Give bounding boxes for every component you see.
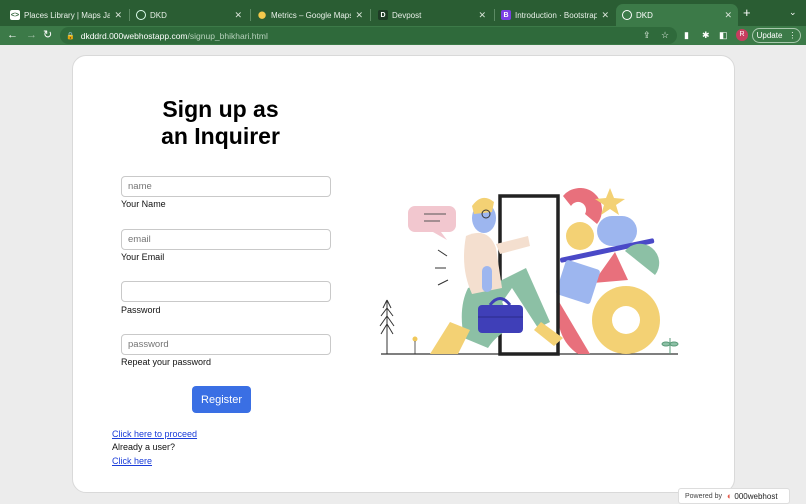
powered-by-text: Powered by bbox=[685, 492, 722, 500]
webhost-logo-icon: ◐ bbox=[726, 491, 733, 501]
address-bar[interactable]: 🔒 dkddrd.000webhostapp.com/signup_bhikha… bbox=[60, 27, 677, 44]
extension-icon[interactable]: ▮ bbox=[684, 26, 689, 45]
tab-dkd-1[interactable]: DKD ✕ bbox=[130, 4, 248, 26]
avatar[interactable]: R bbox=[736, 29, 748, 41]
url-domain: dkddrd.000webhostapp.com bbox=[80, 30, 188, 41]
close-icon[interactable]: ✕ bbox=[234, 10, 242, 21]
tab-places-library[interactable]: <> Places Library | Maps JavaS ✕ bbox=[4, 4, 128, 26]
forward-icon[interactable]: → bbox=[26, 26, 37, 45]
tab-title: Devpost bbox=[392, 10, 422, 20]
close-icon[interactable]: ✕ bbox=[724, 10, 732, 21]
tab-title: Introduction · Bootstrap bbox=[515, 10, 598, 20]
email-field[interactable] bbox=[121, 229, 331, 250]
sidepanel-icon[interactable]: ◧ bbox=[719, 26, 728, 45]
proceed-link[interactable]: Click here to proceed bbox=[112, 429, 197, 439]
devpost-icon: D bbox=[378, 10, 388, 20]
puzzle-icon[interactable]: ✱ bbox=[702, 26, 710, 45]
url-path: /signup_bhikhari.html bbox=[187, 30, 268, 41]
chevron-down-icon[interactable]: ⌄ bbox=[789, 7, 797, 18]
more-icon: ⋮ bbox=[788, 31, 797, 40]
tab-title: DKD bbox=[636, 10, 653, 20]
brand-name: 000webhost bbox=[734, 491, 778, 501]
already-user-text: Already a user? bbox=[112, 442, 176, 452]
repeat-password-field[interactable] bbox=[121, 334, 331, 355]
reload-icon[interactable]: ↻ bbox=[43, 26, 52, 45]
repeat-password-label: Repeat your password bbox=[121, 357, 212, 367]
tab-title: Metrics – Google Maps Plat bbox=[271, 10, 352, 20]
close-icon[interactable]: ✕ bbox=[355, 10, 363, 21]
lock-icon: 🔒 bbox=[66, 32, 75, 40]
tab-bootstrap[interactable]: B Introduction · Bootstrap ✕ bbox=[495, 4, 615, 26]
browser-toolbar: ← → ↻ 🔒 dkddrd.000webhostapp.com/signup_… bbox=[0, 26, 806, 45]
maps-icon: <> bbox=[10, 10, 20, 20]
globe-icon bbox=[136, 10, 146, 20]
register-button[interactable]: Register bbox=[192, 386, 251, 413]
name-field[interactable] bbox=[121, 176, 331, 197]
tab-metrics[interactable]: ⬤ Metrics – Google Maps Plat ✕ bbox=[251, 4, 369, 26]
update-button[interactable]: Update ⋮ bbox=[752, 28, 801, 43]
signup-illustration bbox=[379, 188, 679, 356]
powered-by-badge[interactable]: Powered by ◐ 000webhost bbox=[678, 488, 790, 504]
bookmark-star-icon[interactable]: ☆ bbox=[661, 27, 669, 44]
name-label: Your Name bbox=[121, 199, 166, 209]
close-icon[interactable]: ✕ bbox=[478, 10, 486, 21]
globe-icon bbox=[622, 10, 632, 20]
tab-title: Places Library | Maps JavaS bbox=[24, 10, 111, 20]
new-tab-icon[interactable]: + bbox=[743, 5, 751, 20]
map-pin-icon: ⬤ bbox=[258, 12, 266, 19]
tab-dkd-active[interactable]: DKD ✕ bbox=[616, 4, 738, 26]
tab-strip: <> Places Library | Maps JavaS ✕ DKD ✕ ⬤… bbox=[0, 0, 806, 26]
tab-devpost[interactable]: D Devpost ✕ bbox=[372, 4, 492, 26]
password-field[interactable] bbox=[121, 281, 331, 302]
close-icon[interactable]: ✕ bbox=[601, 10, 609, 21]
page-title: Sign up as an Inquirer bbox=[161, 96, 280, 149]
bootstrap-icon: B bbox=[501, 10, 511, 20]
update-label: Update bbox=[756, 31, 783, 40]
tab-title: DKD bbox=[150, 10, 167, 20]
close-icon[interactable]: ✕ bbox=[114, 10, 122, 21]
back-icon[interactable]: ← bbox=[7, 26, 18, 45]
login-link[interactable]: Click here bbox=[112, 456, 152, 466]
email-label: Your Email bbox=[121, 252, 165, 262]
password-label: Password bbox=[121, 305, 161, 315]
share-icon[interactable]: ⇪ bbox=[643, 27, 651, 44]
